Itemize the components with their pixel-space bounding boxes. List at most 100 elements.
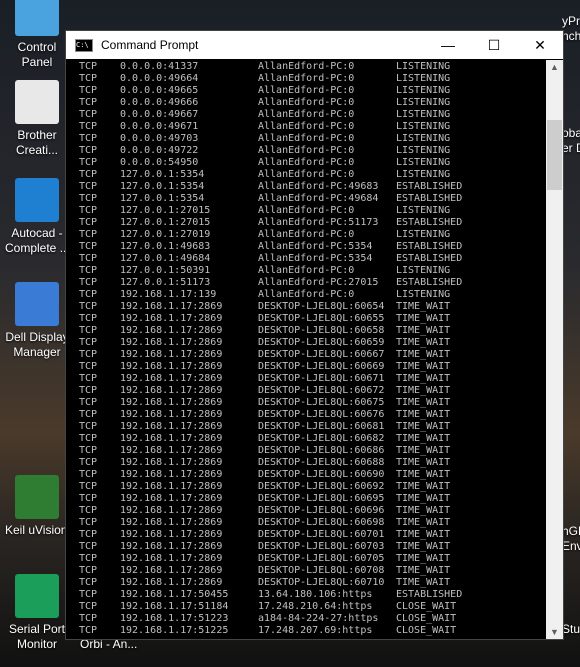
foreign-address: DESKTOP-LJEL8QL:60681 <box>258 421 385 432</box>
foreign-address: AllanEdford-PC:0 <box>258 133 355 144</box>
state: LISTENING <box>396 121 451 132</box>
connection-row: TCP 192.168.1.17:2869 DESKTOP-LJEL8QL:6069… <box>66 493 546 505</box>
desktop-icon-label: Dell Display Manager <box>5 330 69 359</box>
desktop-icon-label-partial[interactable]: obal er D <box>562 126 580 156</box>
protocol: TCP <box>79 517 98 528</box>
desktop-icon[interactable]: Serial Port Monitor <box>5 574 69 652</box>
protocol: TCP <box>79 553 98 564</box>
protocol: TCP <box>79 109 98 120</box>
protocol: TCP <box>79 301 98 312</box>
scrollbar-thumb[interactable] <box>547 120 562 190</box>
state: TIME_WAIT <box>396 337 451 348</box>
foreign-address: AllanEdford-PC:0 <box>258 289 355 300</box>
foreign-address: DESKTOP-LJEL8QL:60672 <box>258 385 385 396</box>
state: TIME_WAIT <box>396 577 451 588</box>
connection-row: TCP 192.168.1.17:2869 DESKTOP-LJEL8QL:6067… <box>66 397 546 409</box>
title-bar[interactable]: C:\ Command Prompt — ☐ ✕ <box>66 31 563 59</box>
connection-row: TCP 0.0.0.0:49703 AllanEdford-PC:0 LISTENIN… <box>66 133 546 145</box>
foreign-address: AllanEdford-PC:0 <box>258 169 355 180</box>
protocol: TCP <box>79 361 98 372</box>
local-address: 192.168.1.17:2869 <box>120 337 223 348</box>
desktop-icon-label-partial[interactable]: hGF Env <box>562 524 580 554</box>
monitor-icon <box>15 282 59 326</box>
control-panel-icon <box>15 0 59 36</box>
local-address: 0.0.0.0:49665 <box>120 85 199 96</box>
close-button[interactable]: ✕ <box>517 31 563 59</box>
desktop-icon[interactable]: Control Panel <box>5 0 69 70</box>
scroll-up-arrow-icon[interactable]: ▲ <box>546 62 563 72</box>
connection-row: TCP 192.168.1.17:2869 DESKTOP-LJEL8QL:6065… <box>66 301 546 313</box>
connection-row: TCP 192.168.1.17:2869 DESKTOP-LJEL8QL:6070… <box>66 553 546 565</box>
desktop-icon-label: Keil uVision5 <box>5 523 75 537</box>
protocol: TCP <box>79 121 98 132</box>
state: LISTENING <box>396 73 451 84</box>
desktop-icon[interactable]: Brother Creati... <box>5 80 69 158</box>
protocol: TCP <box>79 325 98 336</box>
connection-row: TCP 192.168.1.17:2869 DESKTOP-LJEL8QL:6065… <box>66 325 546 337</box>
desktop-icon-label: Serial Port Monitor <box>8 622 66 651</box>
protocol: TCP <box>79 289 98 300</box>
desktop-icon-label-partial[interactable]: Stu <box>562 622 580 637</box>
connection-row: TCP 127.0.0.1:50391 AllanEdford-PC:0 LISTEN… <box>66 265 546 277</box>
foreign-address: DESKTOP-LJEL8QL:60655 <box>258 313 385 324</box>
state: LISTENING <box>396 289 451 300</box>
protocol: TCP <box>79 445 98 456</box>
desktop-icon[interactable]: Dell Display Manager <box>5 282 69 360</box>
protocol: TCP <box>79 133 98 144</box>
state: TIME_WAIT <box>396 385 451 396</box>
local-address: 192.168.1.17:2869 <box>120 325 223 336</box>
protocol: TCP <box>79 397 98 408</box>
local-address: 0.0.0.0:49666 <box>120 97 199 108</box>
foreign-address: DESKTOP-LJEL8QL:60659 <box>258 337 385 348</box>
desktop-icon[interactable]: Autocad - Complete ... <box>5 178 70 256</box>
foreign-address: DESKTOP-LJEL8QL:60705 <box>258 553 385 564</box>
local-address: 127.0.0.1:49684 <box>120 253 211 264</box>
local-address: 192.168.1.17:2869 <box>120 313 223 324</box>
state: LISTENING <box>396 109 451 120</box>
state: LISTENING <box>396 85 451 96</box>
local-address: 0.0.0.0:49664 <box>120 73 199 84</box>
foreign-address: AllanEdford-PC:0 <box>258 157 355 168</box>
foreign-address: AllanEdford-PC:27015 <box>258 277 379 288</box>
foreign-address: DESKTOP-LJEL8QL:60667 <box>258 349 385 360</box>
state: ESTABLISHED <box>396 277 463 288</box>
state: TIME_WAIT <box>396 361 451 372</box>
protocol: TCP <box>79 589 98 600</box>
desktop-icon-label-partial[interactable]: yPr nche <box>562 14 580 44</box>
scroll-down-arrow-icon[interactable]: ▼ <box>546 627 563 637</box>
connection-row: TCP 192.168.1.17:2869 DESKTOP-LJEL8QL:6069… <box>66 481 546 493</box>
connection-row: TCP 127.0.0.1:5354 AllanEdford-PC:0 LISTENI… <box>66 169 546 181</box>
foreign-address: AllanEdford-PC:51173 <box>258 217 379 228</box>
minimize-button[interactable]: — <box>425 31 471 59</box>
vertical-scrollbar[interactable]: ▲ ▼ <box>546 60 563 639</box>
protocol: TCP <box>79 529 98 540</box>
foreign-address: AllanEdford-PC:5354 <box>258 253 373 264</box>
desktop-icon-label: Autocad - Complete ... <box>5 226 70 255</box>
local-address: 0.0.0.0:49671 <box>120 121 199 132</box>
edge-icon <box>15 178 59 222</box>
state: LISTENING <box>396 157 451 168</box>
connection-row: TCP 127.0.0.1:27015 AllanEdford-PC:51173 ES… <box>66 217 546 229</box>
foreign-address: DESKTOP-LJEL8QL:60703 <box>258 541 385 552</box>
desktop-icon[interactable]: Keil uVision5 <box>5 475 74 538</box>
connection-row: TCP 127.0.0.1:5354 AllanEdford-PC:49684 EST… <box>66 193 546 205</box>
local-address: 192.168.1.17:2869 <box>120 577 223 588</box>
maximize-button[interactable]: ☐ <box>471 31 517 59</box>
connection-row: TCP 192.168.1.17:2869 DESKTOP-LJEL8QL:6067… <box>66 373 546 385</box>
local-address: 127.0.0.1:51173 <box>120 277 211 288</box>
local-address: 192.168.1.17:2869 <box>120 505 223 516</box>
local-address: 0.0.0.0:49703 <box>120 133 199 144</box>
foreign-address: DESKTOP-LJEL8QL:60692 <box>258 481 385 492</box>
protocol: TCP <box>79 625 98 636</box>
connection-row: TCP 0.0.0.0:49667 AllanEdford-PC:0 LISTENIN… <box>66 109 546 121</box>
connection-row: TCP 127.0.0.1:49683 AllanEdford-PC:5354 EST… <box>66 241 546 253</box>
local-address: 192.168.1.17:2869 <box>120 433 223 444</box>
connection-row: TCP 192.168.1.17:2869 DESKTOP-LJEL8QL:6070… <box>66 541 546 553</box>
connection-row: TCP 192.168.1.17:2869 DESKTOP-LJEL8QL:6065… <box>66 313 546 325</box>
state: TIME_WAIT <box>396 553 451 564</box>
connection-row: TCP 192.168.1.17:2869 DESKTOP-LJEL8QL:6069… <box>66 517 546 529</box>
state: ESTABLISHED <box>396 589 463 600</box>
console-output[interactable]: TCP 0.0.0.0:41337 AllanEdford-PC:0 LISTENIN… <box>66 60 546 639</box>
foreign-address: DESKTOP-LJEL8QL:60682 <box>258 433 385 444</box>
local-address: 192.168.1.17:2869 <box>120 553 223 564</box>
